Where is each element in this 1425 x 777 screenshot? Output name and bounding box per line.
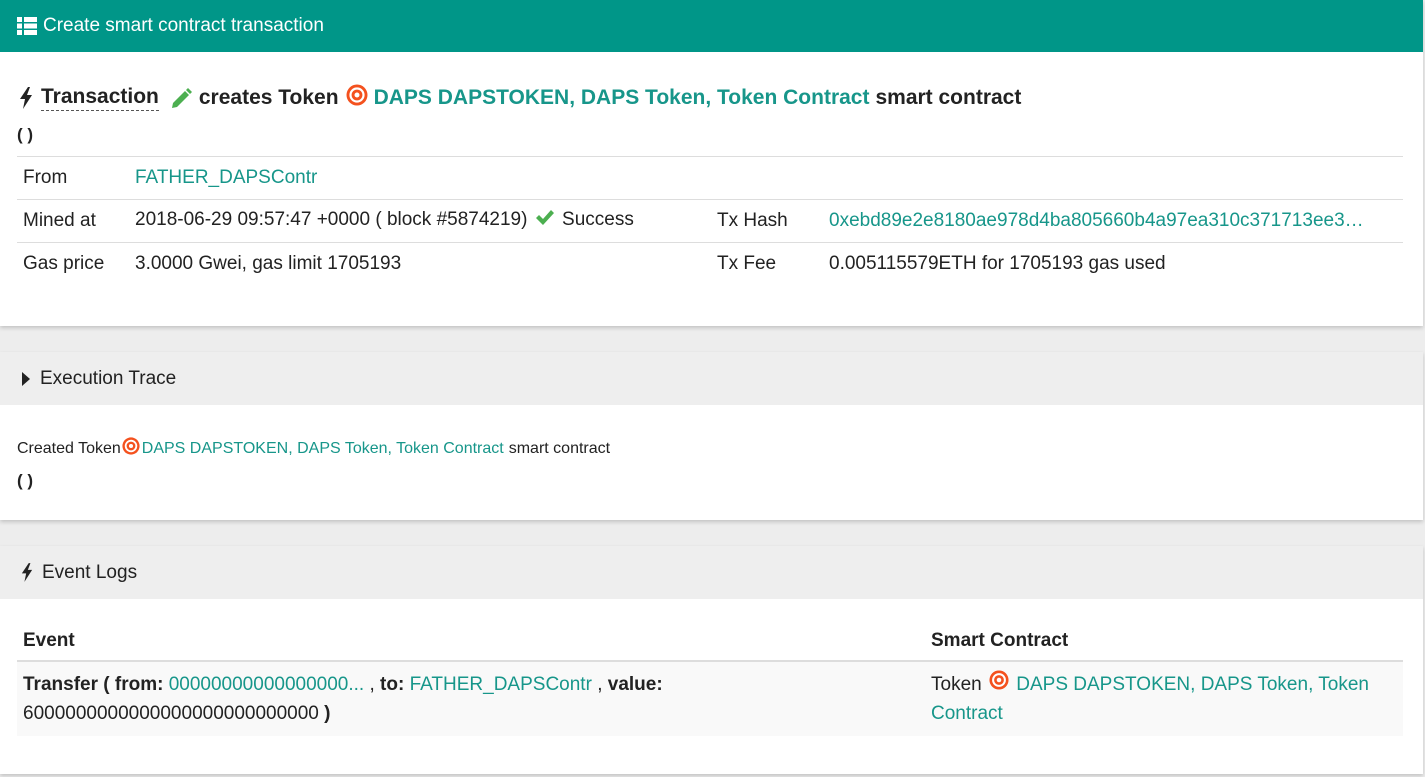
event-to-key: to:	[380, 674, 405, 695]
trace-params: ( )	[17, 471, 34, 490]
token-logo-icon	[346, 84, 368, 112]
table-row: Transfer ( from: 00000000000000000... , …	[17, 661, 1403, 737]
caret-right-icon	[21, 371, 31, 387]
event-comma: ,	[369, 674, 375, 695]
event-name: Transfer	[23, 674, 98, 695]
txhash-label: Tx Hash	[711, 199, 823, 243]
trace-suffix: smart contract	[508, 439, 611, 457]
token-link[interactable]: DAPS DAPSTOKEN, DAPS Token, Token Contra…	[374, 86, 870, 110]
transaction-details-table: From FATHER_DAPSContr Mined at 2018-06-2…	[17, 156, 1403, 285]
column-header-event: Event	[17, 622, 925, 662]
column-header-contract: Smart Contract	[925, 622, 1403, 662]
trace-created-prefix: Created Token	[17, 439, 121, 457]
execution-trace-toggle[interactable]: Execution Trace	[0, 352, 1423, 405]
contract-prefix: Token	[931, 674, 982, 695]
status-badge: Success	[562, 209, 634, 230]
trace-token-link[interactable]: DAPS DAPSTOKEN, DAPS Token, Token Contra…	[142, 440, 504, 458]
txhash-link[interactable]: 0xebd89e2e8180ae978d4ba805660b4a97ea310c…	[829, 210, 1364, 231]
from-address-link[interactable]: FATHER_DAPSContr	[135, 167, 317, 188]
transaction-verb: creates Token	[198, 86, 339, 109]
transaction-suffix: smart contract	[875, 86, 1022, 109]
pencil-icon	[171, 87, 193, 109]
bolt-icon	[19, 87, 33, 109]
token-logo-icon	[122, 437, 140, 460]
event-cell: Transfer ( from: 00000000000000000... , …	[17, 661, 925, 737]
event-from-link[interactable]: 00000000000000000...	[169, 674, 364, 695]
gas-label: Gas price	[17, 242, 129, 285]
event-comma: ,	[597, 674, 603, 695]
event-logs-table: Event Smart Contract Transfer ( from: 00…	[17, 622, 1403, 737]
gas-value: 3.0000 Gwei, gas limit 1705193	[129, 242, 711, 285]
bolt-icon	[21, 563, 33, 582]
event-value-key: value:	[607, 674, 663, 695]
panel-header: Create smart contract transaction	[0, 0, 1423, 52]
event-to-link[interactable]: FATHER_DAPSContr	[410, 674, 592, 695]
mined-value: 2018-06-29 09:57:47 +0000 ( block #58742…	[135, 209, 528, 230]
token-logo-icon	[989, 670, 1009, 699]
list-icon	[17, 17, 37, 35]
transaction-label[interactable]: Transaction	[41, 85, 159, 111]
event-logs-header: Event Logs	[0, 546, 1423, 599]
from-label: From	[17, 156, 129, 200]
fee-label: Tx Fee	[711, 242, 823, 285]
execution-trace-panel: Execution Trace	[0, 352, 1423, 520]
check-icon	[535, 209, 555, 233]
contract-cell: Token DAPS DAPSTOKEN, DAPS Token, Token …	[925, 661, 1403, 737]
event-from-key: from:	[114, 674, 164, 695]
mined-label: Mined at	[17, 199, 129, 243]
transaction-params: ( )	[17, 125, 34, 144]
transaction-panel: Create smart contract transaction Transa…	[0, 0, 1423, 326]
execution-trace-title: Execution Trace	[40, 367, 177, 389]
page-title: Create smart contract transaction	[43, 15, 324, 36]
event-open-paren: (	[103, 674, 110, 695]
event-value: 6000000000000000000000000000	[23, 703, 319, 724]
fee-value: 0.005115579ETH for 1705193 gas used	[823, 242, 1403, 285]
trace-summary: Created Token DAPS DAPSTOKEN, DAPS Token…	[17, 437, 610, 460]
transaction-title: Transaction creates Token DAPS DAPSTOKEN…	[19, 84, 1021, 112]
event-logs-title: Event Logs	[42, 561, 138, 583]
event-close-paren: )	[324, 703, 331, 724]
